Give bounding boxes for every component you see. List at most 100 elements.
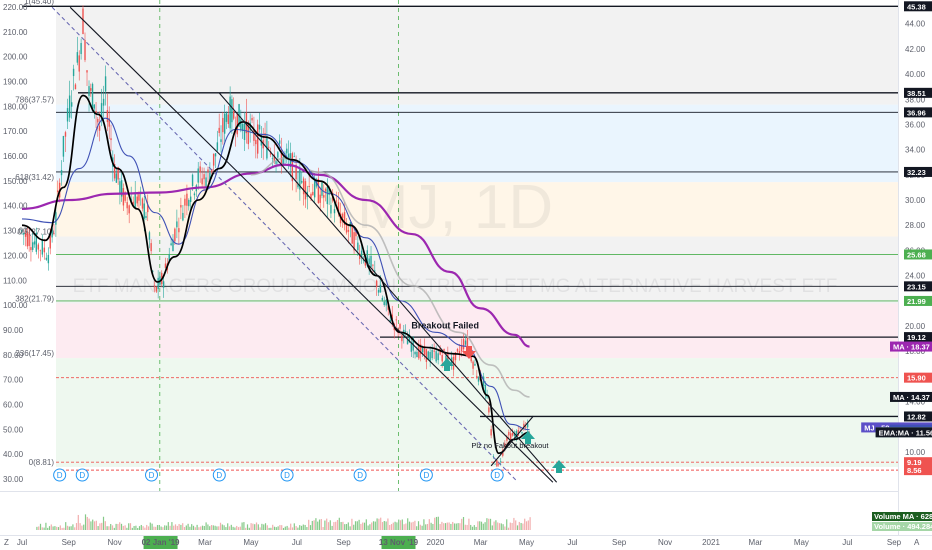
time-axis-tick: Nov (658, 538, 672, 547)
time-axis-tick: Sep (62, 538, 77, 547)
candle-body (302, 178, 305, 195)
candle-body (84, 40, 86, 61)
volume-bar (462, 517, 465, 530)
candle-body (220, 139, 222, 142)
candle-body (278, 140, 281, 144)
right-axis-tick: 30.00 (905, 196, 926, 205)
volume-bar (480, 521, 483, 530)
volume-bar (259, 527, 261, 530)
candle-body (155, 287, 158, 292)
volume-bar (79, 523, 81, 530)
price-tag-label: MA · 18.37 (893, 343, 930, 352)
volume-bar (524, 518, 526, 530)
candle-body (223, 113, 226, 134)
right-axis-tick: 24.00 (905, 272, 926, 281)
candle-body (88, 86, 90, 96)
volume-bar (286, 525, 288, 530)
volume-bar (342, 521, 344, 530)
candle-body (399, 324, 401, 329)
candle-body (78, 55, 80, 72)
time-axis-tick: Sep (887, 538, 902, 547)
volume-bar (117, 523, 119, 530)
volume-bar (135, 525, 137, 530)
candle-body (511, 432, 514, 436)
volume-bar (167, 522, 169, 530)
volume-bar (457, 523, 459, 530)
candle-body (80, 42, 82, 55)
left-axis-tick: 120.00 (3, 251, 28, 260)
candle-body (433, 350, 435, 352)
volume-bar (331, 525, 333, 530)
volume-bar (448, 522, 450, 530)
candle-body (414, 351, 416, 355)
candle-body (106, 110, 109, 123)
volume-bar (198, 527, 200, 530)
volume-bar (498, 523, 501, 530)
candle-body (119, 181, 121, 195)
volume-bar (250, 523, 252, 530)
volume-bar (115, 523, 117, 530)
candle-body (375, 280, 378, 287)
volume-bar (101, 522, 103, 530)
volume-bar (399, 520, 402, 530)
volume-bar (232, 526, 234, 530)
volume-bar (317, 521, 319, 530)
volume-bar (254, 524, 256, 530)
volume-bar (425, 524, 427, 530)
volume-bar (489, 518, 492, 530)
volume-bar (131, 527, 133, 530)
candle-body (32, 242, 34, 250)
candle-body (86, 70, 88, 73)
volume-bar (102, 516, 105, 530)
right-axis-tick: 28.00 (905, 221, 926, 230)
candle-body (462, 339, 465, 350)
time-axis-tick: Jul (292, 538, 302, 547)
candle-body (431, 349, 433, 359)
volume-bar (59, 525, 61, 530)
volume-bar (230, 524, 232, 530)
volume-bar (421, 525, 423, 530)
volume-bar (345, 524, 348, 530)
volume-bar (320, 519, 322, 530)
volume-bar (65, 522, 67, 530)
volume-bar (306, 527, 308, 530)
volume-bar (275, 527, 277, 530)
candle-body (308, 185, 310, 188)
candle-body (324, 188, 327, 192)
volume-bar (84, 514, 87, 530)
auto-scale-label[interactable]: A (914, 538, 920, 547)
time-zone-label[interactable]: Z (4, 538, 9, 547)
time-axis-tick: Jul (17, 538, 27, 547)
price-tag-label: 45.38 (907, 2, 926, 11)
candle-body (170, 243, 172, 246)
volume-bar (473, 525, 475, 530)
candle-body (82, 8, 84, 35)
volume-bar (185, 525, 187, 530)
candle-body (138, 194, 140, 201)
candle-body (333, 209, 336, 214)
volume-bar (412, 521, 414, 530)
volume-bar (47, 527, 49, 530)
candle-body (256, 124, 259, 154)
candle-body (201, 178, 203, 185)
volume-bar (160, 526, 162, 530)
candle-body (275, 161, 277, 164)
left-axis-tick: 80.00 (3, 351, 24, 360)
volume-bar (450, 523, 452, 530)
right-axis-tick: 20.00 (905, 322, 926, 331)
time-axis-tick: Sep (336, 538, 351, 547)
volume-bar (234, 527, 236, 530)
chart-canvas[interactable]: MJ, 1D ETF MANAGERS GROUP COMMODITY TRUS… (0, 0, 932, 550)
annotation-breakout-failed: Breakout Failed (411, 321, 479, 331)
volume-bar (389, 525, 391, 530)
dividend-letter: D (284, 471, 290, 480)
price-tag-label: 21.99 (907, 297, 926, 306)
volume-bar (39, 523, 42, 530)
candle-body (500, 461, 502, 462)
volume-bar (322, 527, 324, 530)
candle-body (370, 255, 372, 267)
volume-bar (182, 523, 184, 530)
volume-bar (153, 526, 155, 530)
candle-body (227, 114, 230, 124)
candle-body (323, 195, 325, 198)
